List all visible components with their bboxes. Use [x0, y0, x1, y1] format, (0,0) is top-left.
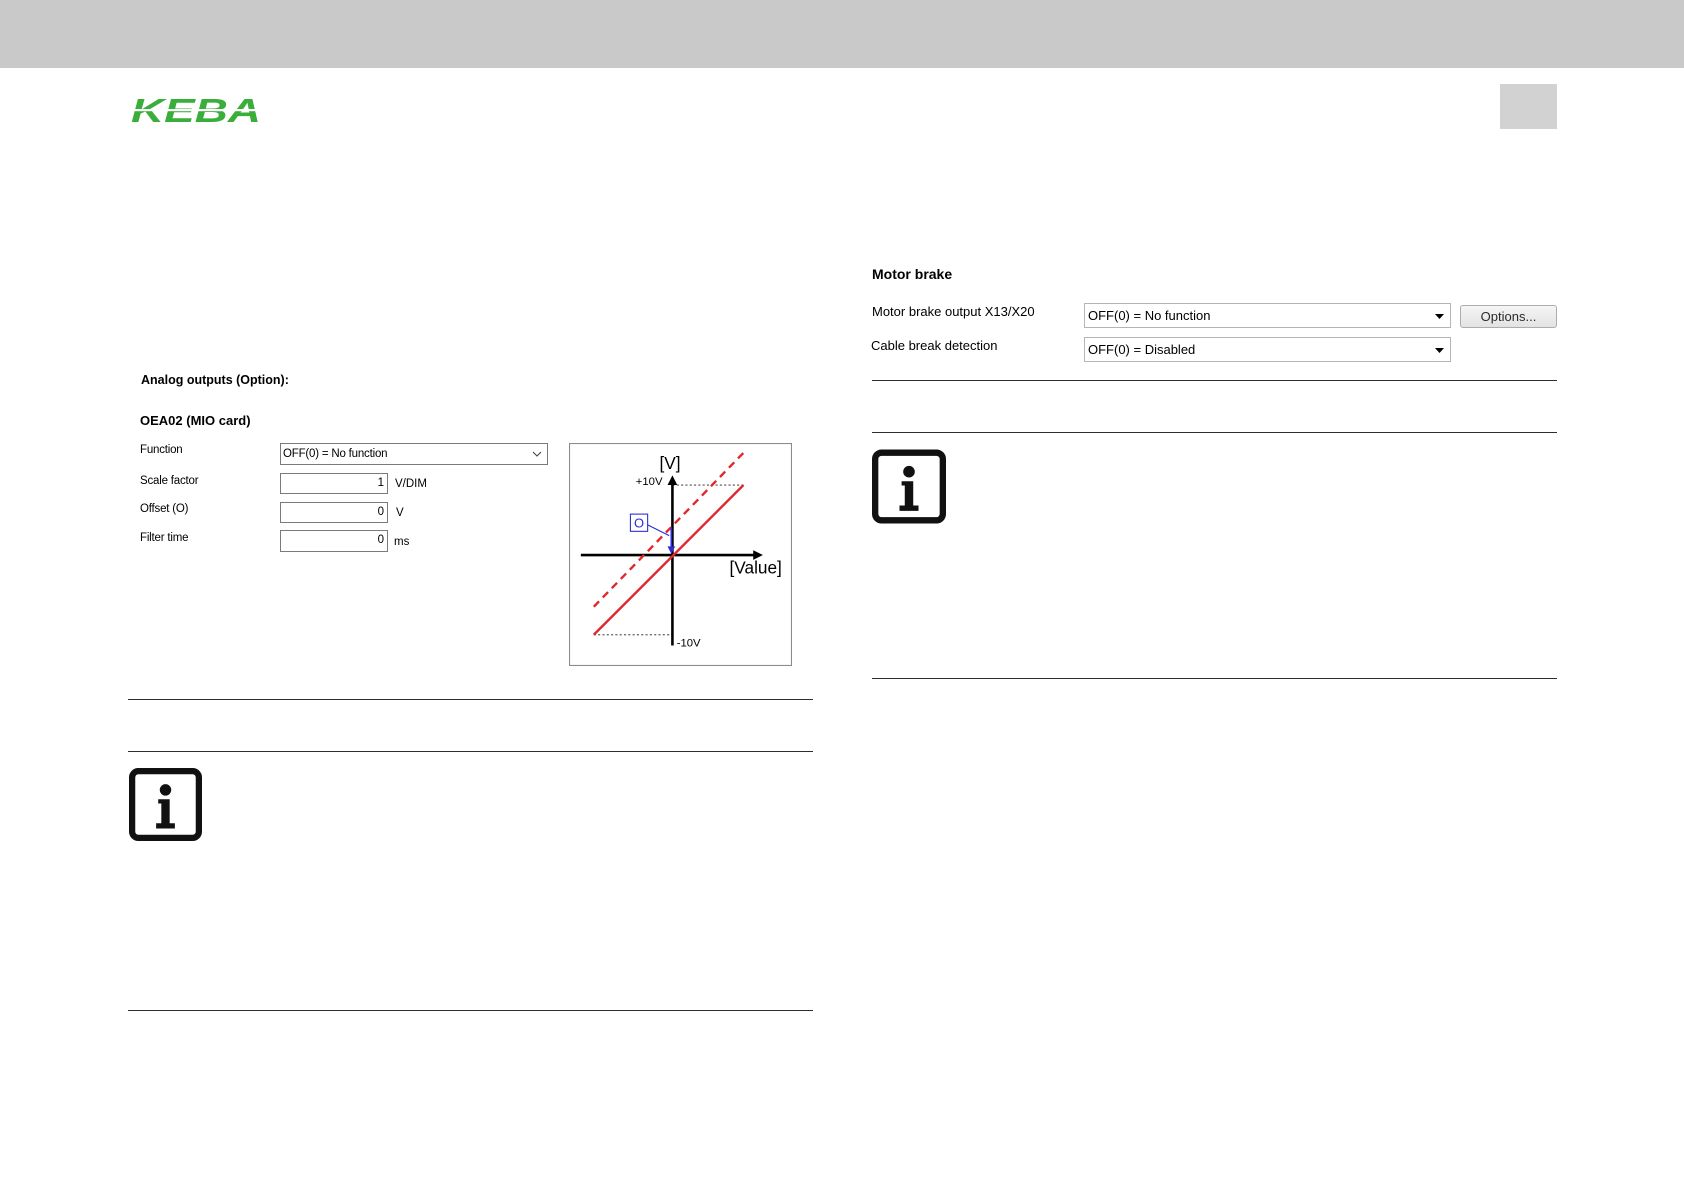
info-icon [129, 768, 202, 841]
filter-time-value: 0 [377, 534, 384, 546]
analog-outputs-title: Analog outputs (Option): [141, 373, 289, 387]
logo-stripe [129, 109, 265, 112]
divider [128, 699, 813, 700]
function-select[interactable]: OFF(0) = No function [280, 443, 548, 465]
brake-output-select[interactable]: OFF(0) = No function [1084, 303, 1451, 328]
note-bottom-divider [872, 678, 1557, 679]
filter-time-label: Filter time [140, 532, 189, 544]
keba-logo: KEBA [129, 96, 265, 124]
offset-value: 0 [377, 506, 384, 518]
info-icon [872, 449, 946, 524]
function-select-value: OFF(0) = No function [283, 448, 388, 460]
caret-down-icon [1435, 348, 1444, 353]
options-button[interactable]: Options... [1460, 305, 1557, 328]
offset-label: Offset (O) [140, 503, 189, 515]
note-top-divider [128, 751, 813, 752]
filter-time-input[interactable]: 0 [280, 530, 388, 552]
scale-factor-unit: V/DIM [395, 478, 427, 490]
offset-unit: V [396, 507, 404, 519]
oea02-group-title: OEA02 (MIO card) [140, 413, 251, 428]
chevron-down-icon [532, 451, 542, 457]
offset-input[interactable]: 0 [280, 502, 388, 523]
scale-factor-value: 1 [377, 477, 384, 489]
header-bar [0, 0, 1684, 68]
page-marker [1500, 84, 1557, 129]
note-bottom-divider [128, 1010, 813, 1011]
function-label: Function [140, 444, 183, 456]
x-axis-label: [Value] [730, 557, 782, 577]
filter-time-unit: ms [394, 536, 410, 548]
cable-break-label: Cable break detection [871, 338, 998, 353]
divider [872, 380, 1557, 381]
offset-marker-label: O [634, 516, 644, 531]
y-min-label: -10V [677, 638, 701, 650]
brake-output-label: Motor brake output X13/X20 [872, 304, 1035, 319]
y-axis-label: [V] [659, 453, 680, 473]
y-max-label: +10V [636, 476, 663, 488]
scale-factor-input[interactable]: 1 [280, 473, 388, 494]
cable-break-select[interactable]: OFF(0) = Disabled [1084, 337, 1451, 362]
brake-output-select-value: OFF(0) = No function [1088, 308, 1211, 323]
output-characteristic-diagram: O [V] +10V [Value] -10V [569, 443, 792, 666]
cable-break-select-value: OFF(0) = Disabled [1088, 342, 1196, 357]
caret-down-icon [1435, 314, 1444, 319]
motor-brake-title: Motor brake [872, 266, 953, 282]
scale-factor-label: Scale factor [140, 475, 199, 487]
note-top-divider [872, 432, 1557, 433]
